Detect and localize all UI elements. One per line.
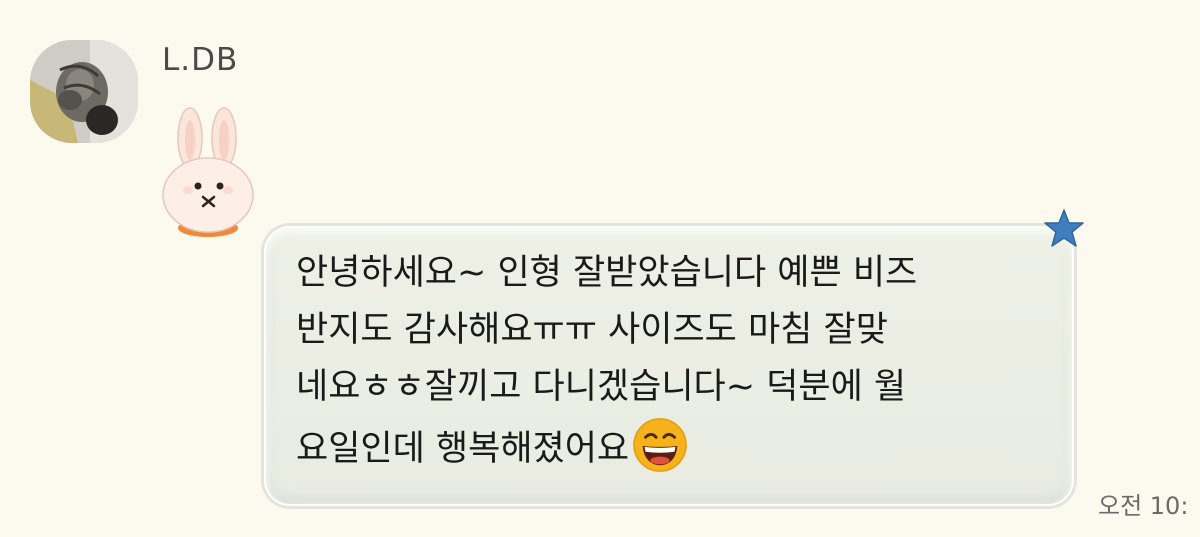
message-line-last: 요일인데 행복해졌어요: [296, 416, 1056, 478]
cat-photo-avatar: [30, 40, 138, 143]
white-bunny-sticker: [162, 107, 254, 237]
message-line: 네요ㅎㅎ잘끼고 다니겠습니다~ 덕분에 월: [296, 367, 907, 407]
grinning-squinting-face-emoji: [633, 418, 687, 472]
avatar[interactable]: [30, 40, 138, 143]
message-line: 안녕하세요~ 인형 잘받았습니다 예쁜 비즈: [296, 253, 918, 293]
message-line: 반지도 감사해요ㅠㅠ 사이즈도 마침 잘맞: [296, 310, 888, 350]
message-text: 안녕하세요~ 인형 잘받았습니다 예쁜 비즈 반지도 감사해요ㅠㅠ 사이즈도 마…: [296, 245, 1056, 478]
message-line: 요일인데 행복해졌어요: [296, 429, 630, 469]
blue-star-icon: [1044, 209, 1084, 247]
message-bubble[interactable]: 안녕하세요~ 인형 잘받았습니다 예쁜 비즈 반지도 감사해요ㅠㅠ 사이즈도 마…: [264, 226, 1074, 506]
sender-name: L.DB: [162, 42, 239, 78]
timestamp: 오전 10:: [1098, 492, 1189, 520]
